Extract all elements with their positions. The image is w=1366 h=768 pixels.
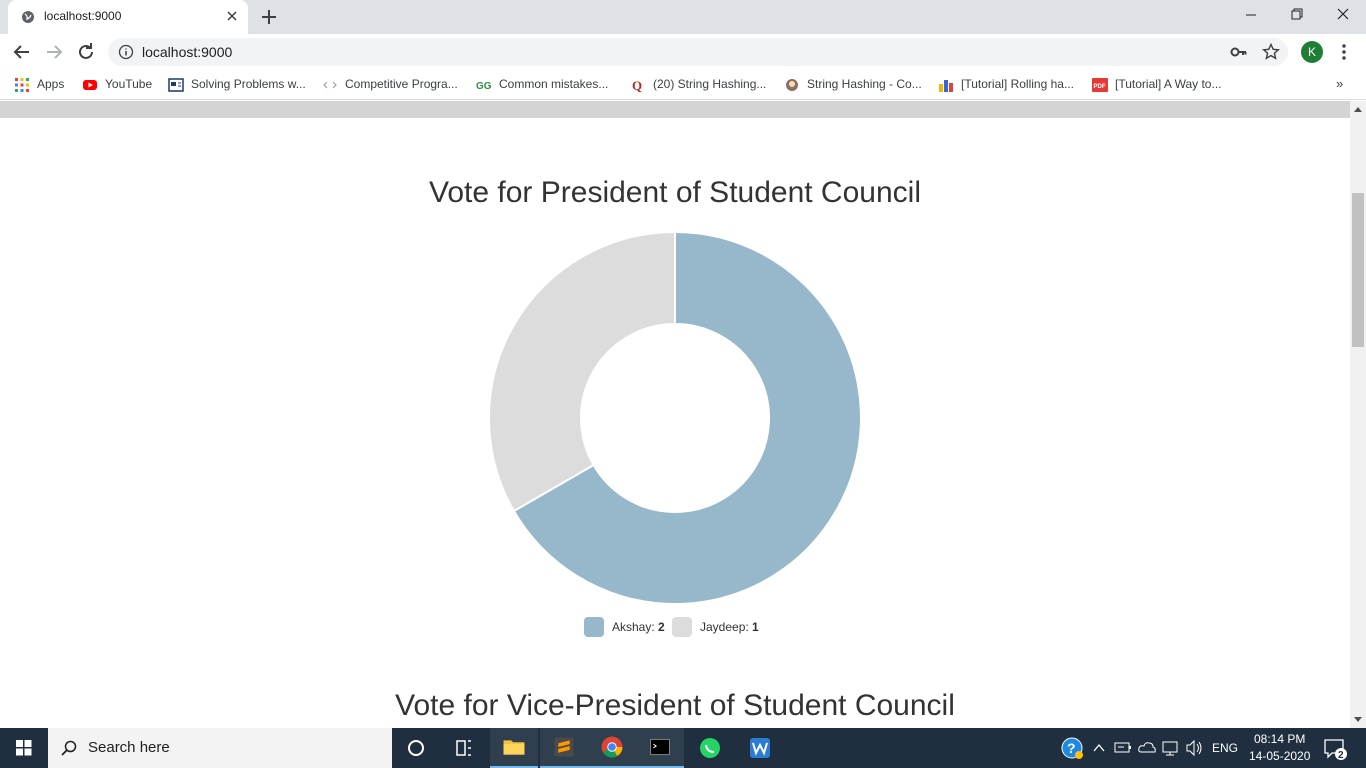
- browser-toolbar: localhost:9000 K: [0, 34, 1366, 70]
- svg-text:Q: Q: [632, 78, 642, 93]
- help-icon[interactable]: ?: [1058, 728, 1086, 768]
- reload-icon[interactable]: [74, 40, 98, 64]
- file-explorer-icon[interactable]: [490, 728, 538, 768]
- key-icon[interactable]: [1230, 44, 1248, 60]
- clock-date[interactable]: 14-05-2020: [1249, 749, 1310, 763]
- windows-taskbar: Search here ? ENG 08:14 PM 14-05-2020 2: [0, 728, 1366, 768]
- svg-text:GG: GG: [476, 81, 492, 92]
- globe-icon: [22, 11, 34, 23]
- cloud-icon[interactable]: [1136, 728, 1158, 768]
- chevron-up-icon[interactable]: [1090, 728, 1108, 768]
- window-close-icon[interactable]: [1320, 0, 1366, 30]
- site-info-icon[interactable]: [118, 44, 134, 60]
- youtube-icon: [83, 80, 97, 90]
- language-indicator[interactable]: ENG: [1212, 741, 1238, 755]
- network-icon[interactable]: [1160, 728, 1182, 768]
- cortana-icon[interactable]: [392, 728, 440, 768]
- legend-swatch-jaydeep: [672, 617, 692, 637]
- profile-avatar[interactable]: K: [1301, 41, 1323, 63]
- clock-time[interactable]: 08:14 PM: [1254, 732, 1305, 746]
- more-vertical-icon[interactable]: [1334, 42, 1354, 62]
- legend-value-jaydeep: 1: [752, 620, 759, 634]
- wps-writer-icon[interactable]: [736, 728, 784, 768]
- terminal-icon[interactable]: [636, 728, 684, 768]
- battery-icon[interactable]: [1112, 728, 1134, 768]
- sublime-text-icon[interactable]: [540, 728, 588, 768]
- legend-label-akshay: Akshay:: [612, 620, 655, 634]
- search-placeholder: Search here: [88, 739, 170, 756]
- apps-grid-icon: [15, 78, 29, 92]
- volume-icon[interactable]: [1184, 728, 1206, 768]
- tab-title: localhost:9000: [44, 9, 122, 23]
- taskbar-search-box[interactable]: Search here: [48, 728, 392, 768]
- browser-tab[interactable]: localhost:9000: [8, 0, 248, 34]
- bookmarks-overflow-icon[interactable]: »: [1336, 76, 1343, 91]
- image-icon: [168, 78, 184, 92]
- legend-value-akshay: 2: [658, 620, 665, 634]
- whatsapp-icon[interactable]: [686, 728, 734, 768]
- svg-text:2: 2: [1338, 750, 1344, 761]
- search-icon: [61, 740, 77, 756]
- chart-title-vice-president: Vote for Vice-President of Student Counc…: [395, 689, 955, 722]
- bookmarks-bar: Apps YouTube Solving Problems w... Compe…: [0, 70, 1366, 100]
- windows-start-icon[interactable]: [0, 728, 48, 768]
- scroll-down-arrow-icon[interactable]: [1350, 711, 1366, 728]
- close-tab-icon[interactable]: [224, 8, 240, 24]
- legend-swatch-akshay: [584, 617, 604, 637]
- svg-text:PDF: PDF: [1094, 84, 1106, 90]
- chrome-icon[interactable]: [588, 728, 636, 768]
- minimize-icon[interactable]: [1228, 0, 1274, 30]
- url-text: localhost:9000: [142, 44, 233, 60]
- address-bar[interactable]: localhost:9000: [108, 38, 1288, 66]
- restore-icon[interactable]: [1274, 0, 1320, 30]
- page-top-band: [0, 101, 1350, 118]
- new-tab-icon[interactable]: [260, 8, 278, 26]
- forward-arrow-icon[interactable]: [42, 40, 66, 64]
- geeksforgeeks-icon: GG: [476, 81, 492, 92]
- legend-label-jaydeep: Jaydeep:: [700, 620, 749, 634]
- bookmark-star-icon[interactable]: [1262, 43, 1280, 61]
- tab-strip: localhost:9000: [0, 0, 1366, 34]
- page-viewport: Vote for President of Student Council Ak…: [0, 101, 1350, 728]
- quora-icon: Q: [632, 78, 642, 93]
- donut-slice-akshay[interactable]: [512, 230, 862, 605]
- codeforces-icon: [939, 80, 953, 92]
- task-view-icon[interactable]: [440, 728, 488, 768]
- back-arrow-icon[interactable]: [10, 40, 34, 64]
- notification-center-icon[interactable]: 2: [1318, 728, 1352, 768]
- svg-text:?: ?: [1067, 740, 1076, 756]
- page-scrollbar[interactable]: [1350, 101, 1366, 728]
- scroll-up-arrow-icon[interactable]: [1350, 101, 1366, 118]
- pdf-icon: PDF: [1092, 78, 1108, 92]
- donut-slice-jaydeep[interactable]: [488, 230, 676, 513]
- chart-title-president: Vote for President of Student Council: [429, 176, 921, 209]
- code-arrows-icon: [323, 81, 337, 89]
- cp-algorithms-icon: [786, 79, 798, 91]
- scroll-thumb[interactable]: [1352, 193, 1364, 347]
